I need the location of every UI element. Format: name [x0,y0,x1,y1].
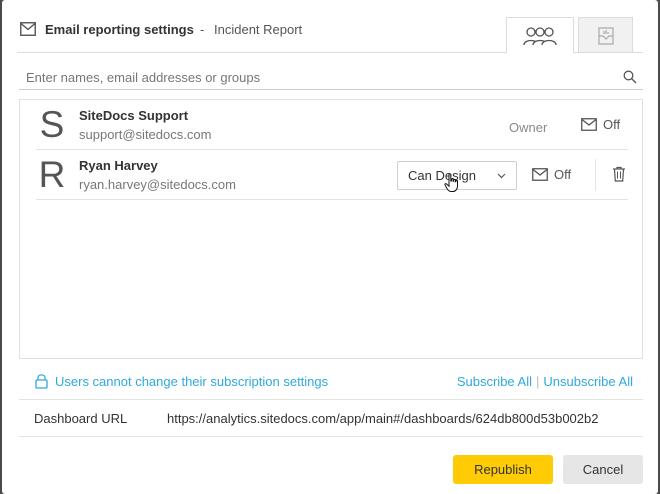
user-name: Ryan Harvey [79,158,158,173]
subscription-links: Subscribe All | Unsubscribe All [457,374,633,389]
republish-button[interactable]: Republish [453,455,553,484]
email-toggle-label: Off [603,117,621,132]
users-icon [523,26,557,45]
role-select[interactable]: Can Design [397,161,517,190]
tab-dashboard[interactable] [578,17,633,53]
user-email: ryan.harvey@sitedocs.com [79,177,236,192]
dashboard-url-row: Dashboard URL https://analytics.sitedocs… [19,399,643,437]
subscription-lock-text: Users cannot change their subscription s… [55,373,329,389]
role-select-value: Can Design [408,168,476,183]
email-reporting-dialog: Email reporting settings - Incident Repo… [2,0,658,494]
user-email: support@sitedocs.com [79,127,212,142]
user-row-ryan: R Ryan Harvey ryan.harvey@sitedocs.com C… [36,150,628,200]
dialog-title: Email reporting settings [45,22,194,37]
avatar: R [38,154,66,195]
dashboard-icon [597,26,614,45]
user-row-support: S SiteDocs Support support@sitedocs.com … [36,100,628,150]
title-separator: - [200,22,205,37]
role-label: Owner [509,120,548,135]
mail-icon [532,168,548,181]
dialog-header: Email reporting settings - Incident Repo… [2,0,658,53]
mail-icon [20,22,36,36]
link-separator: | [536,374,540,389]
lock-icon [35,374,48,389]
email-toggle[interactable]: Off [581,117,620,132]
email-toggle-label: Off [554,167,572,182]
avatar: S [39,104,65,145]
user-name: SiteDocs Support [79,108,189,123]
subscription-bar: Users cannot change their subscription s… [19,366,643,396]
subscription-lock-toggle[interactable]: Users cannot change their subscription s… [35,373,328,389]
search-input[interactable] [19,64,609,90]
dashboard-url-value[interactable]: https://analytics.sitedocs.com/app/main#… [167,411,629,426]
dashboard-url-label: Dashboard URL [34,411,128,426]
cancel-button[interactable]: Cancel [563,455,643,484]
dialog-subtitle: Incident Report [214,22,303,37]
tab-users[interactable] [506,17,574,53]
mail-icon [581,118,597,131]
unsubscribe-all-link[interactable]: Unsubscribe All [543,374,633,389]
chevron-down-icon [497,173,506,179]
search-bar [19,64,643,90]
search-icon[interactable] [623,70,637,84]
email-toggle[interactable]: Off [532,167,571,182]
user-list: S SiteDocs Support support@sitedocs.com … [19,99,643,359]
trash-icon[interactable] [612,166,626,182]
row-divider [595,159,596,191]
subscribe-all-link[interactable]: Subscribe All [457,374,532,389]
